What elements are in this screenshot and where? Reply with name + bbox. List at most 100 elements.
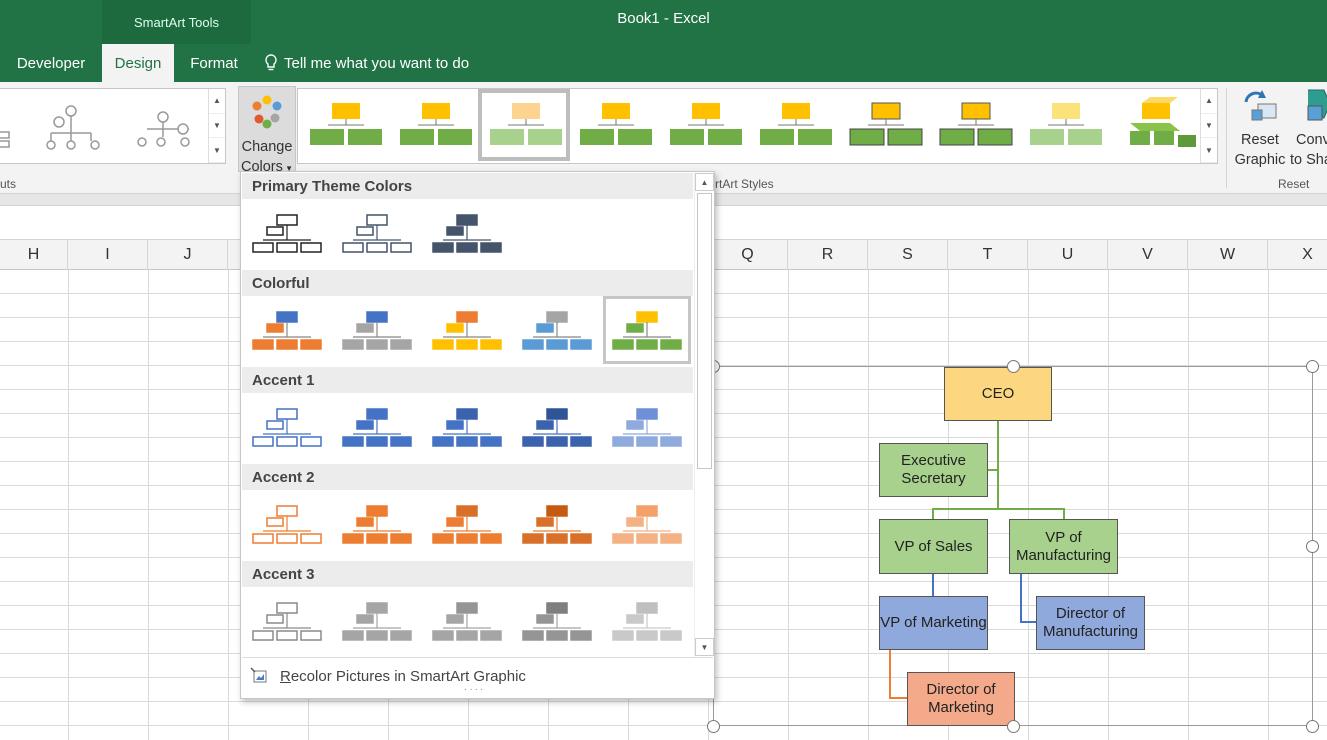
org-node-director-marketing[interactable]: Director of Marketing: [907, 672, 1015, 726]
color-option-0-1[interactable]: [333, 199, 421, 267]
tab-developer[interactable]: Developer: [0, 44, 102, 82]
smartart-style-thumbnail[interactable]: [849, 102, 923, 146]
color-option-thumbnail: [252, 408, 322, 447]
document-title: Book1 - Excel: [617, 10, 710, 27]
dropdown-footer: Recolor Pictures in SmartArt Graphic ···…: [242, 657, 713, 697]
column-header-q[interactable]: Q: [708, 240, 788, 270]
column-header-i[interactable]: I: [68, 240, 148, 270]
title-bar: SmartArt Tools Book1 - Excel Developer D…: [0, 0, 1327, 82]
resize-handle-top[interactable]: [1007, 360, 1020, 373]
scroll-up-icon[interactable]: ▲: [209, 89, 225, 114]
scroll-up-icon[interactable]: ▲: [695, 173, 714, 191]
layouts-gallery-scroll[interactable]: ▲ ▼ ▼: [208, 89, 225, 164]
smartart-style-thumbnail[interactable]: [1130, 97, 1196, 147]
smartart-graphic[interactable]: CEO Executive Secretary VP of Sales VP o…: [707, 360, 1319, 733]
org-node-vp-sales[interactable]: VP of Sales: [879, 519, 988, 574]
column-header-u[interactable]: U: [1028, 240, 1108, 270]
color-option-3-4[interactable]: [603, 490, 691, 558]
color-option-4-1[interactable]: [333, 587, 421, 655]
column-header-j[interactable]: J: [148, 240, 228, 270]
tab-design[interactable]: Design: [102, 44, 174, 82]
color-option-2-1[interactable]: [333, 393, 421, 461]
color-option-thumbnail: [342, 311, 412, 350]
change-colors-dropdown: Primary Theme Colors Colorful Accent 1 A…: [240, 171, 715, 699]
color-option-2-2[interactable]: [423, 393, 511, 461]
gallery-expand-icon[interactable]: ▼: [1201, 138, 1217, 164]
color-option-3-2[interactable]: [423, 490, 511, 558]
color-option-4-3[interactable]: [513, 587, 601, 655]
resize-handle-right[interactable]: [1306, 540, 1319, 553]
layouts-group-label: uts: [0, 177, 17, 191]
column-header-r[interactable]: R: [788, 240, 868, 270]
column-header-v[interactable]: V: [1108, 240, 1188, 270]
color-option-1-2[interactable]: [423, 296, 511, 364]
smartart-style-thumbnail[interactable]: [580, 103, 652, 145]
color-option-1-4[interactable]: [603, 296, 691, 364]
resize-handle-top-right[interactable]: [1306, 360, 1319, 373]
color-option-0-2[interactable]: [423, 199, 511, 267]
color-option-4-0[interactable]: [243, 587, 331, 655]
smartart-style-thumbnail[interactable]: [670, 103, 742, 145]
convert-label-1: Conv: [1296, 132, 1327, 148]
smartart-style-thumbnail[interactable]: [400, 103, 472, 145]
color-option-3-0[interactable]: [243, 490, 331, 558]
org-node-vp-manufacturing[interactable]: VP of Manufacturing: [1009, 519, 1118, 574]
color-option-1-3[interactable]: [513, 296, 601, 364]
color-option-thumbnail: [432, 214, 502, 253]
resize-handle-bottom[interactable]: [1007, 720, 1020, 733]
color-option-2-4[interactable]: [603, 393, 691, 461]
color-option-1-1[interactable]: [333, 296, 421, 364]
column-header-w[interactable]: W: [1188, 240, 1268, 270]
smartart-style-thumbnail[interactable]: [310, 103, 382, 145]
color-option-thumbnail: [342, 214, 412, 253]
dropdown-scrollbar[interactable]: ▲ ▼: [694, 173, 714, 657]
column-header-x[interactable]: X: [1268, 240, 1327, 270]
scroll-up-icon[interactable]: ▲: [1201, 89, 1217, 114]
color-option-2-0[interactable]: [243, 393, 331, 461]
color-option-thumbnail: [522, 602, 592, 641]
recolor-pictures-option[interactable]: Recolor Pictures in SmartArt Graphic: [280, 668, 526, 685]
reset-graphic-button[interactable]: Reset Graphic: [1232, 88, 1288, 170]
color-option-thumbnail: [252, 214, 322, 253]
change-colors-button[interactable]: Change Colors ▼: [238, 86, 296, 175]
tab-format[interactable]: Format: [176, 44, 252, 82]
column-header-s[interactable]: S: [868, 240, 948, 270]
smartart-style-thumbnail[interactable]: [760, 103, 832, 145]
scroll-down-icon[interactable]: ▼: [695, 638, 714, 656]
smartart-style-thumbnail[interactable]: [939, 102, 1013, 146]
smartart-style-thumbnail[interactable]: [1030, 103, 1102, 145]
scrollbar-thumb[interactable]: [697, 193, 712, 469]
color-option-1-0[interactable]: [243, 296, 331, 364]
scroll-down-icon[interactable]: ▼: [1201, 114, 1217, 139]
org-node-director-manufacturing[interactable]: Director of Manufacturing: [1036, 596, 1145, 650]
color-option-thumbnail: [522, 311, 592, 350]
org-node-executive-secretary[interactable]: Executive Secretary: [879, 443, 988, 497]
gallery-expand-icon[interactable]: ▼: [209, 138, 225, 164]
convert-to-shapes-button[interactable]: Conv to Sha: [1290, 88, 1327, 170]
styles-gallery-scroll[interactable]: ▲ ▼ ▼: [1200, 89, 1217, 164]
color-option-3-3[interactable]: [513, 490, 601, 558]
tell-me-search[interactable]: Tell me what you want to do: [264, 50, 469, 76]
org-node-vp-marketing[interactable]: VP of Marketing: [879, 596, 988, 650]
color-option-thumbnail: [342, 602, 412, 641]
color-option-4-2[interactable]: [423, 587, 511, 655]
column-header-h[interactable]: H: [0, 240, 68, 270]
recolor-label: ecolor Pictures in SmartArt Graphic: [290, 668, 526, 685]
org-node-ceo[interactable]: CEO: [944, 367, 1052, 421]
resize-gripper-icon[interactable]: ····: [464, 685, 485, 695]
layouts-gallery[interactable]: ▲ ▼ ▼: [0, 88, 226, 164]
color-option-3-1[interactable]: [333, 490, 421, 558]
section-accent-2: Accent 2: [242, 464, 693, 490]
section-colorful: Colorful: [242, 270, 693, 296]
convert-label-2: to Sha: [1290, 152, 1327, 168]
resize-handle-bottom-left[interactable]: [707, 720, 720, 733]
color-option-0-0[interactable]: [243, 199, 331, 267]
smartart-style-thumbnail[interactable]: [478, 89, 570, 161]
column-header-t[interactable]: T: [948, 240, 1028, 270]
color-option-2-3[interactable]: [513, 393, 601, 461]
color-option-4-4[interactable]: [603, 587, 691, 655]
resize-handle-bottom-right[interactable]: [1306, 720, 1319, 733]
smartart-styles-gallery[interactable]: ▲ ▼ ▼: [297, 88, 1218, 164]
color-option-thumbnail: [342, 505, 412, 544]
scroll-down-icon[interactable]: ▼: [209, 114, 225, 139]
